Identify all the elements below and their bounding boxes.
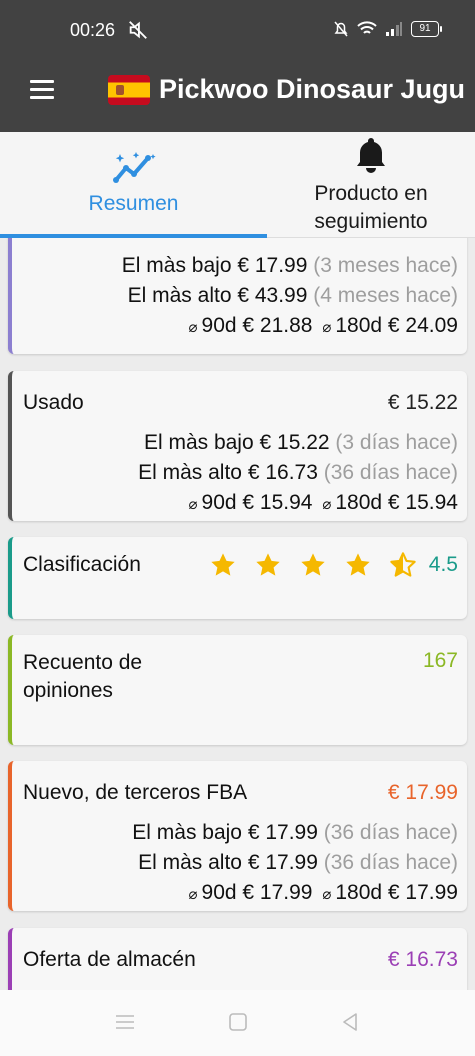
- card-value: € 17.99: [387, 781, 458, 804]
- tab-bar: Resumen Producto en seguimiento: [0, 132, 475, 238]
- highest-price: € 17.99: [247, 851, 318, 874]
- average-row: ⌀ 90d € 15.94 ⌀ 180d € 15.94: [184, 489, 458, 519]
- page-title: Pickwoo Dinosaur Jugu: [159, 74, 466, 104]
- lowest-ago: (36 días hace): [323, 821, 458, 844]
- average-row: ⌀ 90d € 17.99 ⌀ 180d € 17.99: [184, 879, 458, 909]
- lowest-price-row: El màs bajo € 17.99 (36 días hace): [132, 819, 458, 847]
- highest-price-row: El màs alto € 16.73 (36 días hace): [138, 459, 458, 487]
- lowest-price: € 15.22: [259, 431, 330, 454]
- bell-icon: [357, 138, 385, 173]
- average-icon: ⌀: [188, 319, 198, 336]
- star-full-icon: [256, 553, 280, 576]
- avg-180-label: 180d: [335, 881, 383, 904]
- tab-summary[interactable]: Resumen: [0, 132, 267, 238]
- card-title: Oferta de almacén: [23, 948, 196, 971]
- lowest-price-row: El màs bajo € 17.99 (3 meses hace): [122, 252, 458, 280]
- average-icon: ⌀: [188, 496, 198, 513]
- app-bar: Pickwoo Dinosaur Jugu: [0, 60, 475, 132]
- card-title: Nuevo, de terceros FBA: [23, 781, 248, 804]
- tab-tracked-product[interactable]: Producto en seguimiento: [267, 132, 475, 238]
- average-icon: ⌀: [188, 886, 198, 903]
- battery-icon: 91: [411, 21, 442, 37]
- price-card-used[interactable]: Usado € 15.22 El màs bajo € 15.22 (3 día…: [8, 371, 467, 521]
- avg-180-value: € 15.94: [387, 491, 458, 514]
- card-value: 167: [422, 649, 458, 672]
- spain-flag-icon: [108, 75, 150, 105]
- warehouse-card[interactable]: Oferta de almacén € 16.73: [8, 928, 467, 990]
- status-time: 00:26: [70, 20, 116, 40]
- star-rating: 4.5: [209, 551, 458, 579]
- rating-value: 4.5: [428, 553, 458, 576]
- average-row: ⌀ 90d € 21.88 ⌀ 180d € 24.09: [184, 312, 458, 342]
- avg-180-value: € 24.09: [387, 314, 458, 337]
- tab-summary-label: Resumen: [88, 192, 179, 215]
- lowest-price-row: El màs bajo € 15.22 (3 días hace): [144, 429, 458, 457]
- avg-90-label: 90d: [201, 314, 237, 337]
- lowest-label: El màs bajo: [143, 431, 254, 454]
- price-card-fba[interactable]: Nuevo, de terceros FBA € 17.99 El màs ba…: [8, 761, 467, 911]
- lowest-ago: (3 días hace): [335, 431, 458, 454]
- mute-icon: [129, 21, 147, 39]
- highest-price-row: El màs alto € 17.99 (36 días hace): [138, 849, 458, 877]
- trend-sparkle-icon: [112, 152, 156, 183]
- reviews-card[interactable]: Recuento de opiniones 167: [8, 635, 467, 745]
- lowest-price: € 17.99: [237, 254, 308, 277]
- highest-label: El màs alto: [138, 851, 242, 874]
- highest-ago: (36 días hace): [323, 461, 458, 484]
- bell-off-icon: [334, 21, 348, 37]
- card-title: Recuento de opiniones: [23, 651, 143, 702]
- average-icon: ⌀: [322, 496, 332, 513]
- card-title: Usado: [23, 391, 84, 414]
- highest-price: € 43.99: [237, 284, 308, 307]
- avg-180-label: 180d: [335, 491, 383, 514]
- highest-ago: (4 meses hace): [313, 284, 458, 307]
- home-icon[interactable]: [228, 1012, 248, 1032]
- avg-90-value: € 21.88: [242, 314, 313, 337]
- star-full-icon: [346, 553, 370, 576]
- menu-icon[interactable]: [30, 80, 54, 102]
- tab-tracked-label: Producto en seguimiento: [314, 182, 428, 233]
- status-bar: 00:26 91: [0, 0, 475, 60]
- status-icons: 91: [333, 20, 442, 38]
- lowest-price: € 17.99: [247, 821, 318, 844]
- recents-menu-icon[interactable]: [114, 1012, 136, 1032]
- back-icon[interactable]: [340, 1012, 360, 1032]
- card-value: € 16.73: [387, 948, 458, 971]
- star-half-icon: [390, 552, 416, 577]
- highest-price: € 16.73: [247, 461, 318, 484]
- highest-ago: (36 días hace): [323, 851, 458, 874]
- avg-90-value: € 17.99: [242, 881, 313, 904]
- highest-label: El màs alto: [127, 284, 232, 307]
- card-title: Clasificación: [23, 553, 141, 576]
- card-value: € 15.22: [387, 391, 458, 414]
- summary-list: El màs bajo € 17.99 (3 meses hace) El mà…: [0, 238, 475, 990]
- lowest-label: El màs bajo: [121, 254, 232, 277]
- average-icon: ⌀: [322, 319, 332, 336]
- star-full-icon: [211, 553, 235, 576]
- wifi-icon: [357, 21, 377, 34]
- lowest-ago: (3 meses hace): [313, 254, 458, 277]
- highest-label: El màs alto: [138, 461, 242, 484]
- highest-price-row: El màs alto € 43.99 (4 meses hace): [128, 282, 458, 310]
- average-icon: ⌀: [322, 886, 332, 903]
- avg-90-label: 90d: [201, 881, 237, 904]
- signal-icon: [386, 22, 402, 36]
- avg-180-value: € 17.99: [387, 881, 458, 904]
- rating-card[interactable]: Clasificación 4.5: [8, 537, 467, 619]
- avg-90-value: € 15.94: [242, 491, 313, 514]
- avg-90-label: 90d: [201, 491, 237, 514]
- price-card-new: El màs bajo € 17.99 (3 meses hace) El mà…: [8, 238, 467, 354]
- star-full-icon: [301, 553, 325, 576]
- avg-180-label: 180d: [335, 314, 383, 337]
- system-nav-bar: [0, 990, 475, 1056]
- lowest-label: El màs bajo: [132, 821, 242, 844]
